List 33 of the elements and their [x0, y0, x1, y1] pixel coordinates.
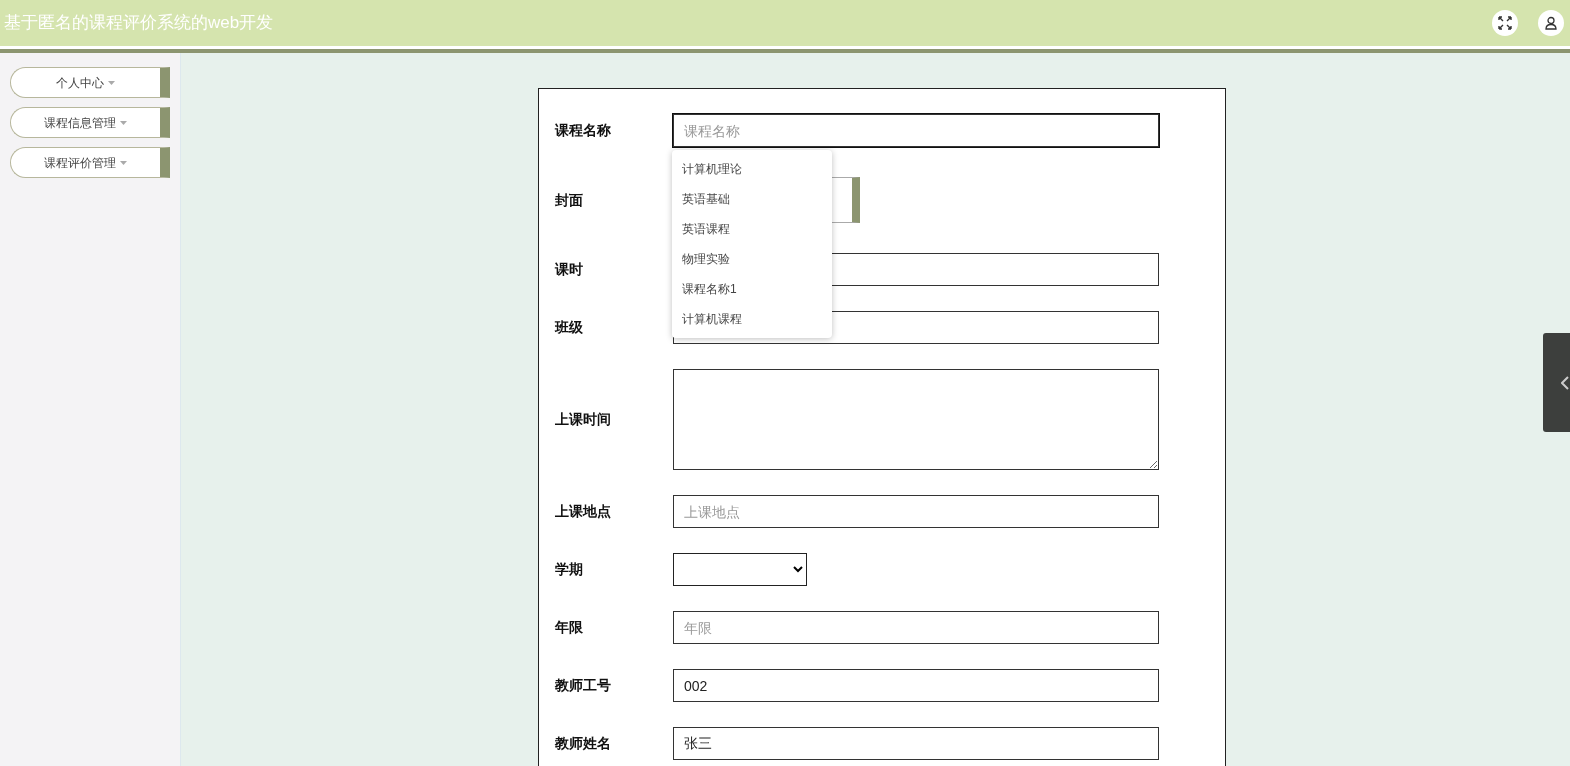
sidebar-item[interactable]: 课程信息管理 — [10, 107, 170, 138]
field-label: 教师工号 — [555, 676, 612, 695]
caret-icon — [108, 80, 115, 85]
suggestion-item[interactable]: 英语基础 — [672, 184, 832, 214]
user-icon[interactable] — [1538, 10, 1564, 36]
field-label: 课程名称 — [555, 121, 612, 140]
text-field[interactable]: 上课地点 — [673, 495, 1159, 528]
field-label: 班级 — [555, 318, 584, 337]
suggestion-item[interactable]: 课程名称1 — [672, 274, 832, 304]
text-field[interactable]: 课程名称 — [673, 114, 1159, 147]
caret-icon — [120, 160, 127, 165]
text-field[interactable]: 张三 — [673, 727, 1159, 760]
chevron-left-icon — [1561, 375, 1569, 390]
suggestion-item[interactable]: 计算机课程 — [672, 304, 832, 334]
sidebar-item[interactable]: 课程评价管理 — [10, 147, 170, 178]
field-label: 封面 — [555, 190, 584, 210]
field-label: 年限 — [555, 618, 584, 637]
field-label: 课时 — [555, 260, 584, 279]
field-label: 学期 — [555, 560, 584, 579]
sidebar-item[interactable]: 个人中心 — [10, 67, 170, 98]
field-label: 上课时间 — [555, 410, 612, 429]
field-label: 上课地点 — [555, 502, 612, 521]
app-title: 基于匿名的课程评价系统的web开发 — [4, 12, 275, 35]
select-field[interactable] — [673, 553, 807, 586]
text-area[interactable] — [673, 369, 1159, 470]
text-field[interactable]: 年限 — [673, 611, 1159, 644]
field-label: 教师姓名 — [555, 734, 612, 753]
fullscreen-icon[interactable] — [1492, 10, 1518, 36]
caret-icon — [120, 120, 127, 125]
suggestion-item[interactable]: 计算机理论 — [672, 154, 832, 184]
suggestion-item[interactable]: 物理实验 — [672, 244, 832, 274]
text-field[interactable]: 002 — [673, 669, 1159, 702]
suggestion-item[interactable]: 英语课程 — [672, 214, 832, 244]
